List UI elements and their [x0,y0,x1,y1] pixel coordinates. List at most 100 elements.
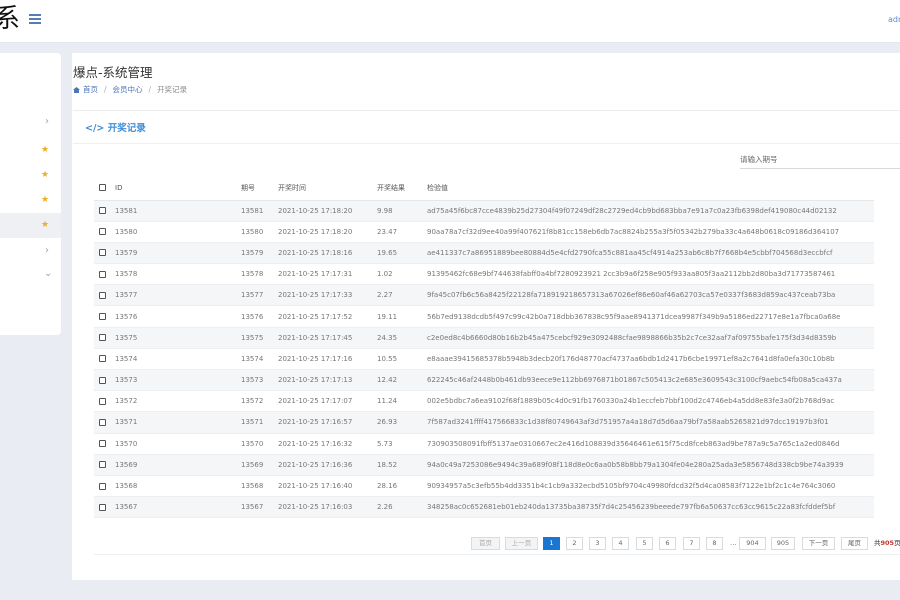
sidebar-item-2[interactable]: ★ [0,138,61,163]
user-menu[interactable]: admin [888,15,900,24]
page-button-905[interactable]: 905 [771,537,795,550]
page-next-button[interactable]: 下一页 [802,537,835,550]
table-row[interactable]: 13579 13579 2021-10-25 17:18:16 19.65 ae4113… [94,242,874,265]
sidebar-item-3[interactable]: ★ [0,163,61,188]
row-checkbox[interactable] [99,207,106,215]
breadcrumb-home[interactable]: 首页 [83,85,98,94]
sidebar: › ★ ★ ★ ★ › ⌄ [0,53,61,335]
records-panel: </> 开奖记录 ID 期号 开奖时间 开奖结果 检验值 1358113581 2 [73,110,900,563]
cell-id: 13580 [115,221,241,243]
page-button-2[interactable]: 2 [566,537,583,550]
cell-result: 28.16 [377,475,427,498]
page-button-4[interactable]: 4 [612,537,629,550]
row-select-cell [94,475,115,498]
column-header-period[interactable]: 期号 [241,176,278,201]
cell-id: 13577 [115,284,241,307]
row-checkbox[interactable] [99,482,106,490]
table-row[interactable]: 13577 13577 2021-10-25 17:17:33 2.27 9fa45c0… [94,284,874,307]
table-row[interactable]: 13570 13570 2021-10-25 17:16:32 5.73 7309035… [94,433,874,455]
row-checkbox[interactable] [99,461,106,469]
page-button-904[interactable]: 904 [739,537,766,550]
column-header-result[interactable]: 开奖结果 [377,176,427,201]
page-ellipsis: ... [730,539,737,547]
cell-period: 13575 [241,327,278,349]
menu-toggle-icon[interactable] [29,14,41,24]
page-total-count: 905 [880,539,895,547]
cell-time: 2021-10-25 17:16:03 [278,496,377,519]
sidebar-item-5-active[interactable]: ★ [0,213,61,238]
table-row[interactable]: 13569 13569 2021-10-25 17:16:36 18.52 94a0c4… [94,454,874,476]
sidebar-item-1[interactable]: › [0,111,61,136]
row-checkbox[interactable] [99,355,106,363]
page-button-6[interactable]: 6 [659,537,676,550]
star-icon: ★ [41,145,50,155]
row-checkbox[interactable] [99,440,106,448]
table-row[interactable]: 13571 13571 2021-10-25 17:16:57 26.93 7f587a… [94,411,874,434]
page-prev-button[interactable]: 上一页 [505,537,538,550]
table-row[interactable]: 13581 13581 2021-10-25 17:18:20 9.98 ad75a45… [94,200,874,222]
cell-id: 13568 [115,475,241,498]
cell-result: 26.93 [377,411,427,434]
brand-logo: 系 [0,4,21,34]
cell-hash: ad75a45f6bc87cce4839b25d27304f49f07249df… [427,200,874,222]
table-row[interactable]: 13575 13575 2021-10-25 17:17:45 24.35 c2e0ed… [94,327,874,349]
row-select-cell [94,221,115,243]
table-row[interactable]: 13568 13568 2021-10-25 17:16:40 28.16 909349… [94,475,874,498]
sidebar-item-4[interactable]: ★ [0,188,61,213]
table-row[interactable]: 13572 13572 2021-10-25 17:17:07 11.24 002e5b… [94,390,874,413]
cell-id: 13573 [115,369,241,392]
cell-result: 11.24 [377,390,427,413]
panel-title: </> 开奖记录 [85,120,146,134]
cell-time: 2021-10-25 17:18:20 [278,200,377,222]
row-select-cell [94,369,115,392]
sidebar-item-6[interactable]: › [0,240,61,265]
cell-time: 2021-10-25 17:17:33 [278,284,377,307]
table-row[interactable]: 13573 13573 2021-10-25 17:17:13 12.42 622245… [94,369,874,392]
search-input[interactable] [740,151,900,167]
divider [94,554,900,555]
sidebar-item-7[interactable]: ⌄ [0,265,61,290]
row-checkbox[interactable] [99,228,106,236]
row-select-cell [94,200,115,222]
page-first-button[interactable]: 首页 [471,537,500,550]
column-header-id[interactable]: ID [115,176,241,201]
page-button-5[interactable]: 5 [636,537,653,550]
column-header-hash[interactable]: 检验值 [427,176,874,201]
row-checkbox[interactable] [99,503,106,511]
cell-period: 13572 [241,390,278,413]
breadcrumb-separator: / [148,85,152,94]
row-checkbox[interactable] [99,249,106,257]
page-button-8[interactable]: 8 [706,537,723,550]
top-bar: 系 admin [0,0,900,43]
row-select-cell [94,411,115,434]
page-button-1[interactable]: 1 [543,537,560,550]
table-row[interactable]: 13576 13576 2021-10-25 17:17:52 19.11 56b7ed… [94,305,874,328]
cell-result: 19.65 [377,242,427,265]
table-row[interactable]: 13567 13567 2021-10-25 17:16:03 2.26 348258a… [94,496,874,519]
cell-id: 13567 [115,496,241,519]
page-button-7[interactable]: 7 [683,537,700,550]
column-header-time[interactable]: 开奖时间 [278,176,377,201]
row-checkbox[interactable] [99,376,106,384]
cell-result: 10.55 [377,348,427,371]
code-icon: </> [85,123,105,134]
page-last-button[interactable]: 尾页 [841,537,868,550]
row-checkbox[interactable] [99,397,106,405]
chevron-down-icon: ⌄ [44,268,53,279]
cell-time: 2021-10-25 17:17:31 [278,263,377,286]
page-button-3[interactable]: 3 [589,537,606,550]
table-row[interactable]: 13578 13578 2021-10-25 17:17:31 1.02 9139546… [94,263,874,286]
row-checkbox[interactable] [99,270,106,278]
breadcrumb-section[interactable]: 会员中心 [113,85,143,94]
table-row[interactable]: 13574 13574 2021-10-25 17:17:16 10.55 e8aaae… [94,348,874,371]
row-checkbox[interactable] [99,313,106,321]
cell-period: 13574 [241,348,278,371]
row-checkbox[interactable] [99,291,106,299]
row-checkbox[interactable] [99,418,106,426]
search-box [740,151,900,169]
cell-time: 2021-10-25 17:16:36 [278,454,377,476]
table-row[interactable]: 13580 13580 2021-10-25 17:18:20 23.47 90aa78… [94,221,874,243]
row-checkbox[interactable] [99,334,106,342]
cell-time: 2021-10-25 17:16:40 [278,475,377,498]
select-all-checkbox[interactable] [99,184,106,192]
